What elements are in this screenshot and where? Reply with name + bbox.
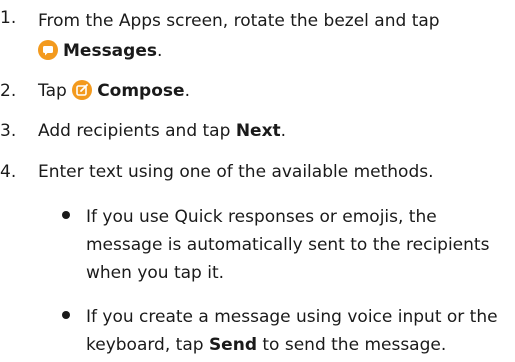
step-2-suffix: . — [184, 81, 190, 101]
step-number: 2. — [0, 81, 17, 101]
step-text: Tap Compose. — [38, 79, 190, 103]
bullet-dot — [62, 311, 70, 319]
messages-icon — [38, 40, 58, 60]
compose-label: Compose — [97, 81, 185, 101]
compose-icon — [72, 80, 93, 100]
step-1-suffix: . — [156, 41, 163, 61]
step-text: From the Apps screen, rotate the bezel a… — [38, 6, 440, 66]
step-1-line-1: From the Apps screen, rotate the bezel a… — [38, 11, 440, 31]
send-label: Send — [208, 335, 257, 355]
step-number: 3. — [0, 121, 17, 141]
messages-label: Messages — [63, 41, 157, 61]
bullet-item: If you create a message using voice inpu… — [62, 303, 512, 359]
bullet-text: If you use Quick responses or emojis, th… — [86, 207, 490, 283]
step-text: Add recipients and tap Next. — [38, 119, 286, 143]
next-label: Next — [235, 121, 281, 141]
step-number: 1. — [0, 8, 17, 28]
step-2-prefix: Tap — [38, 81, 67, 101]
bullet-2-suffix: to send the message. — [256, 335, 447, 355]
step-text: Enter text using one of the available me… — [38, 162, 434, 182]
step-number: 4. — [0, 162, 17, 182]
bullet-item: If you use Quick responses or emojis, th… — [62, 203, 512, 287]
step-3-prefix: Add recipients and tap — [38, 121, 236, 141]
bullet-text: If you create a message using voice inpu… — [86, 303, 515, 359]
bullet-dot — [62, 211, 70, 219]
step-3-suffix: . — [280, 121, 287, 141]
